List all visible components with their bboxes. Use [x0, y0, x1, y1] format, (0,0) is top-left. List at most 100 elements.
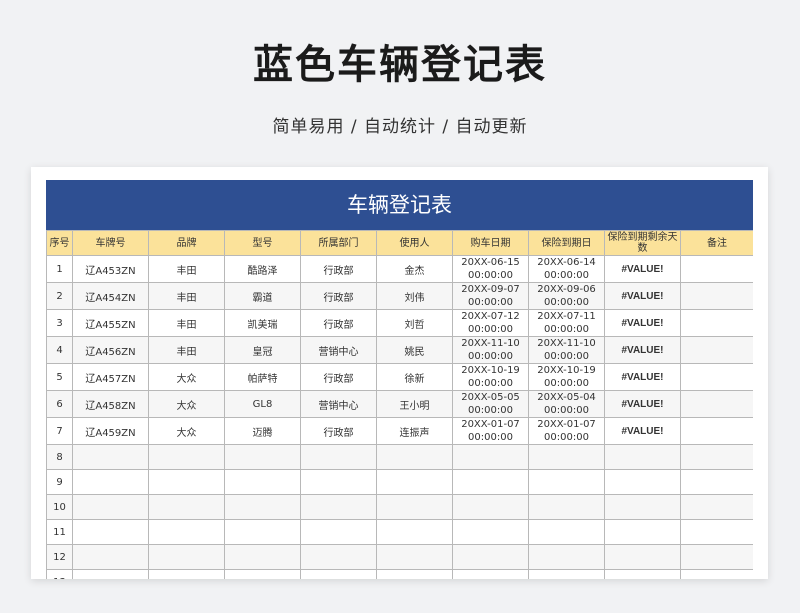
cell-brand[interactable]: [148, 469, 225, 495]
cell-days[interactable]: [604, 444, 681, 470]
cell-no[interactable]: 13: [46, 569, 73, 579]
column-header[interactable]: 备注: [680, 230, 753, 256]
column-header[interactable]: 购车日期: [452, 230, 529, 256]
cell-no[interactable]: 11: [46, 519, 73, 545]
cell-user[interactable]: [376, 494, 453, 520]
cell-note[interactable]: [680, 494, 753, 520]
cell-plate[interactable]: 辽A458ZN: [72, 390, 149, 418]
cell-days[interactable]: [604, 544, 681, 570]
cell-expire[interactable]: 20XX-01-07 00:00:00: [528, 417, 605, 445]
cell-no[interactable]: 1: [46, 255, 73, 283]
cell-dept[interactable]: 行政部: [300, 363, 377, 391]
cell-days[interactable]: #VALUE!: [604, 336, 681, 364]
cell-no[interactable]: 3: [46, 309, 73, 337]
cell-dept[interactable]: [300, 494, 377, 520]
cell-user[interactable]: 刘哲: [376, 309, 453, 337]
cell-plate[interactable]: [72, 519, 149, 545]
cell-days[interactable]: #VALUE!: [604, 282, 681, 310]
cell-no[interactable]: 9: [46, 469, 73, 495]
cell-dept[interactable]: 营销中心: [300, 336, 377, 364]
column-header[interactable]: 品牌: [148, 230, 225, 256]
cell-expire[interactable]: 20XX-05-04 00:00:00: [528, 390, 605, 418]
column-header[interactable]: 使用人: [376, 230, 453, 256]
cell-dept[interactable]: 行政部: [300, 417, 377, 445]
cell-model[interactable]: [224, 494, 301, 520]
column-header[interactable]: 序号: [46, 230, 73, 256]
cell-no[interactable]: 12: [46, 544, 73, 570]
cell-plate[interactable]: 辽A457ZN: [72, 363, 149, 391]
cell-dept[interactable]: 行政部: [300, 282, 377, 310]
cell-plate[interactable]: 辽A459ZN: [72, 417, 149, 445]
cell-days[interactable]: [604, 494, 681, 520]
cell-plate[interactable]: [72, 469, 149, 495]
cell-note[interactable]: [680, 469, 753, 495]
cell-buy[interactable]: 20XX-10-19 00:00:00: [452, 363, 529, 391]
cell-dept[interactable]: [300, 469, 377, 495]
cell-user[interactable]: 姚民: [376, 336, 453, 364]
cell-no[interactable]: 6: [46, 390, 73, 418]
cell-expire[interactable]: 20XX-06-14 00:00:00: [528, 255, 605, 283]
cell-buy[interactable]: 20XX-05-05 00:00:00: [452, 390, 529, 418]
cell-user[interactable]: 金杰: [376, 255, 453, 283]
cell-user[interactable]: [376, 544, 453, 570]
cell-plate[interactable]: 辽A453ZN: [72, 255, 149, 283]
cell-model[interactable]: GL8: [224, 390, 301, 418]
cell-model[interactable]: 酷路泽: [224, 255, 301, 283]
cell-days[interactable]: [604, 519, 681, 545]
cell-note[interactable]: [680, 309, 753, 337]
cell-expire[interactable]: [528, 494, 605, 520]
cell-dept[interactable]: [300, 519, 377, 545]
cell-model[interactable]: [224, 544, 301, 570]
cell-buy[interactable]: 20XX-07-12 00:00:00: [452, 309, 529, 337]
cell-expire[interactable]: 20XX-09-06 00:00:00: [528, 282, 605, 310]
cell-days[interactable]: #VALUE!: [604, 390, 681, 418]
cell-user[interactable]: 刘伟: [376, 282, 453, 310]
cell-brand[interactable]: 大众: [148, 417, 225, 445]
cell-user[interactable]: 王小明: [376, 390, 453, 418]
cell-no[interactable]: 10: [46, 494, 73, 520]
cell-brand[interactable]: [148, 444, 225, 470]
cell-model[interactable]: 迈腾: [224, 417, 301, 445]
cell-brand[interactable]: 丰田: [148, 309, 225, 337]
cell-plate[interactable]: [72, 544, 149, 570]
cell-days[interactable]: #VALUE!: [604, 255, 681, 283]
cell-days[interactable]: #VALUE!: [604, 309, 681, 337]
cell-note[interactable]: [680, 390, 753, 418]
cell-model[interactable]: 皇冠: [224, 336, 301, 364]
cell-buy[interactable]: [452, 569, 529, 579]
cell-expire[interactable]: 20XX-10-19 00:00:00: [528, 363, 605, 391]
cell-plate[interactable]: [72, 444, 149, 470]
cell-expire[interactable]: [528, 519, 605, 545]
cell-days[interactable]: #VALUE!: [604, 363, 681, 391]
cell-buy[interactable]: [452, 544, 529, 570]
cell-dept[interactable]: 营销中心: [300, 390, 377, 418]
column-header[interactable]: 型号: [224, 230, 301, 256]
cell-expire[interactable]: [528, 569, 605, 579]
cell-note[interactable]: [680, 282, 753, 310]
cell-buy[interactable]: 20XX-09-07 00:00:00: [452, 282, 529, 310]
cell-user[interactable]: [376, 569, 453, 579]
cell-plate[interactable]: 辽A455ZN: [72, 309, 149, 337]
cell-brand[interactable]: [148, 494, 225, 520]
cell-note[interactable]: [680, 255, 753, 283]
cell-brand[interactable]: 大众: [148, 363, 225, 391]
cell-buy[interactable]: [452, 444, 529, 470]
cell-buy[interactable]: [452, 519, 529, 545]
cell-plate[interactable]: [72, 494, 149, 520]
cell-no[interactable]: 7: [46, 417, 73, 445]
cell-brand[interactable]: 丰田: [148, 255, 225, 283]
cell-expire[interactable]: [528, 544, 605, 570]
cell-note[interactable]: [680, 444, 753, 470]
cell-dept[interactable]: [300, 569, 377, 579]
cell-days[interactable]: #VALUE!: [604, 417, 681, 445]
cell-brand[interactable]: 丰田: [148, 336, 225, 364]
cell-model[interactable]: 帕萨特: [224, 363, 301, 391]
cell-model[interactable]: [224, 469, 301, 495]
cell-brand[interactable]: [148, 519, 225, 545]
cell-note[interactable]: [680, 519, 753, 545]
column-header[interactable]: 保险到期剩余天数: [604, 230, 681, 256]
cell-buy[interactable]: 20XX-11-10 00:00:00: [452, 336, 529, 364]
cell-days[interactable]: [604, 569, 681, 579]
cell-model[interactable]: 霸道: [224, 282, 301, 310]
cell-brand[interactable]: [148, 569, 225, 579]
